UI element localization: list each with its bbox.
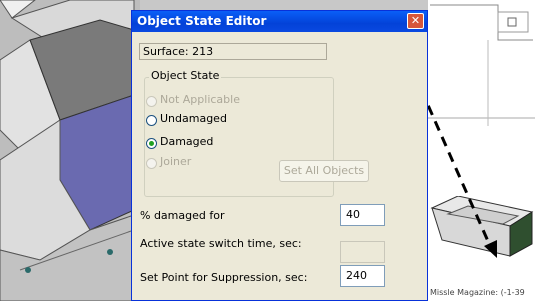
close-button[interactable]: ✕	[407, 13, 424, 29]
set-all-objects-button[interactable]: Set All Objects	[279, 160, 369, 182]
switch-time-input[interactable]	[340, 241, 385, 263]
titlebar[interactable]: Object State Editor ✕	[132, 11, 427, 32]
radio-circle[interactable]	[146, 115, 157, 126]
selected-dot	[149, 141, 154, 146]
radio-label: Not Applicable	[160, 93, 240, 106]
radio-circle[interactable]	[146, 138, 157, 149]
percent-damaged-label: % damaged for	[140, 209, 225, 222]
suppression-input[interactable]: 240	[340, 265, 385, 287]
radio-circle[interactable]	[146, 96, 157, 107]
suppression-label: Set Point for Suppression, sec:	[140, 271, 308, 284]
surface-readout: Surface: 213	[139, 43, 327, 60]
radio-label: Joiner	[160, 155, 192, 168]
radio-label: Damaged	[160, 135, 214, 148]
group-title: Object State	[149, 69, 222, 82]
dialog-title: Object State Editor	[137, 14, 267, 28]
object-state-dialog: Object State Editor ✕ Surface: 213 Objec…	[131, 10, 428, 301]
surface-label: Surface: 213	[143, 45, 214, 58]
radio-label: Undamaged	[160, 112, 227, 125]
percent-damaged-input[interactable]: 40	[340, 204, 385, 226]
switch-time-label: Active state switch time, sec:	[140, 237, 302, 250]
close-icon: ✕	[410, 14, 421, 27]
radio-circle[interactable]	[146, 158, 157, 169]
